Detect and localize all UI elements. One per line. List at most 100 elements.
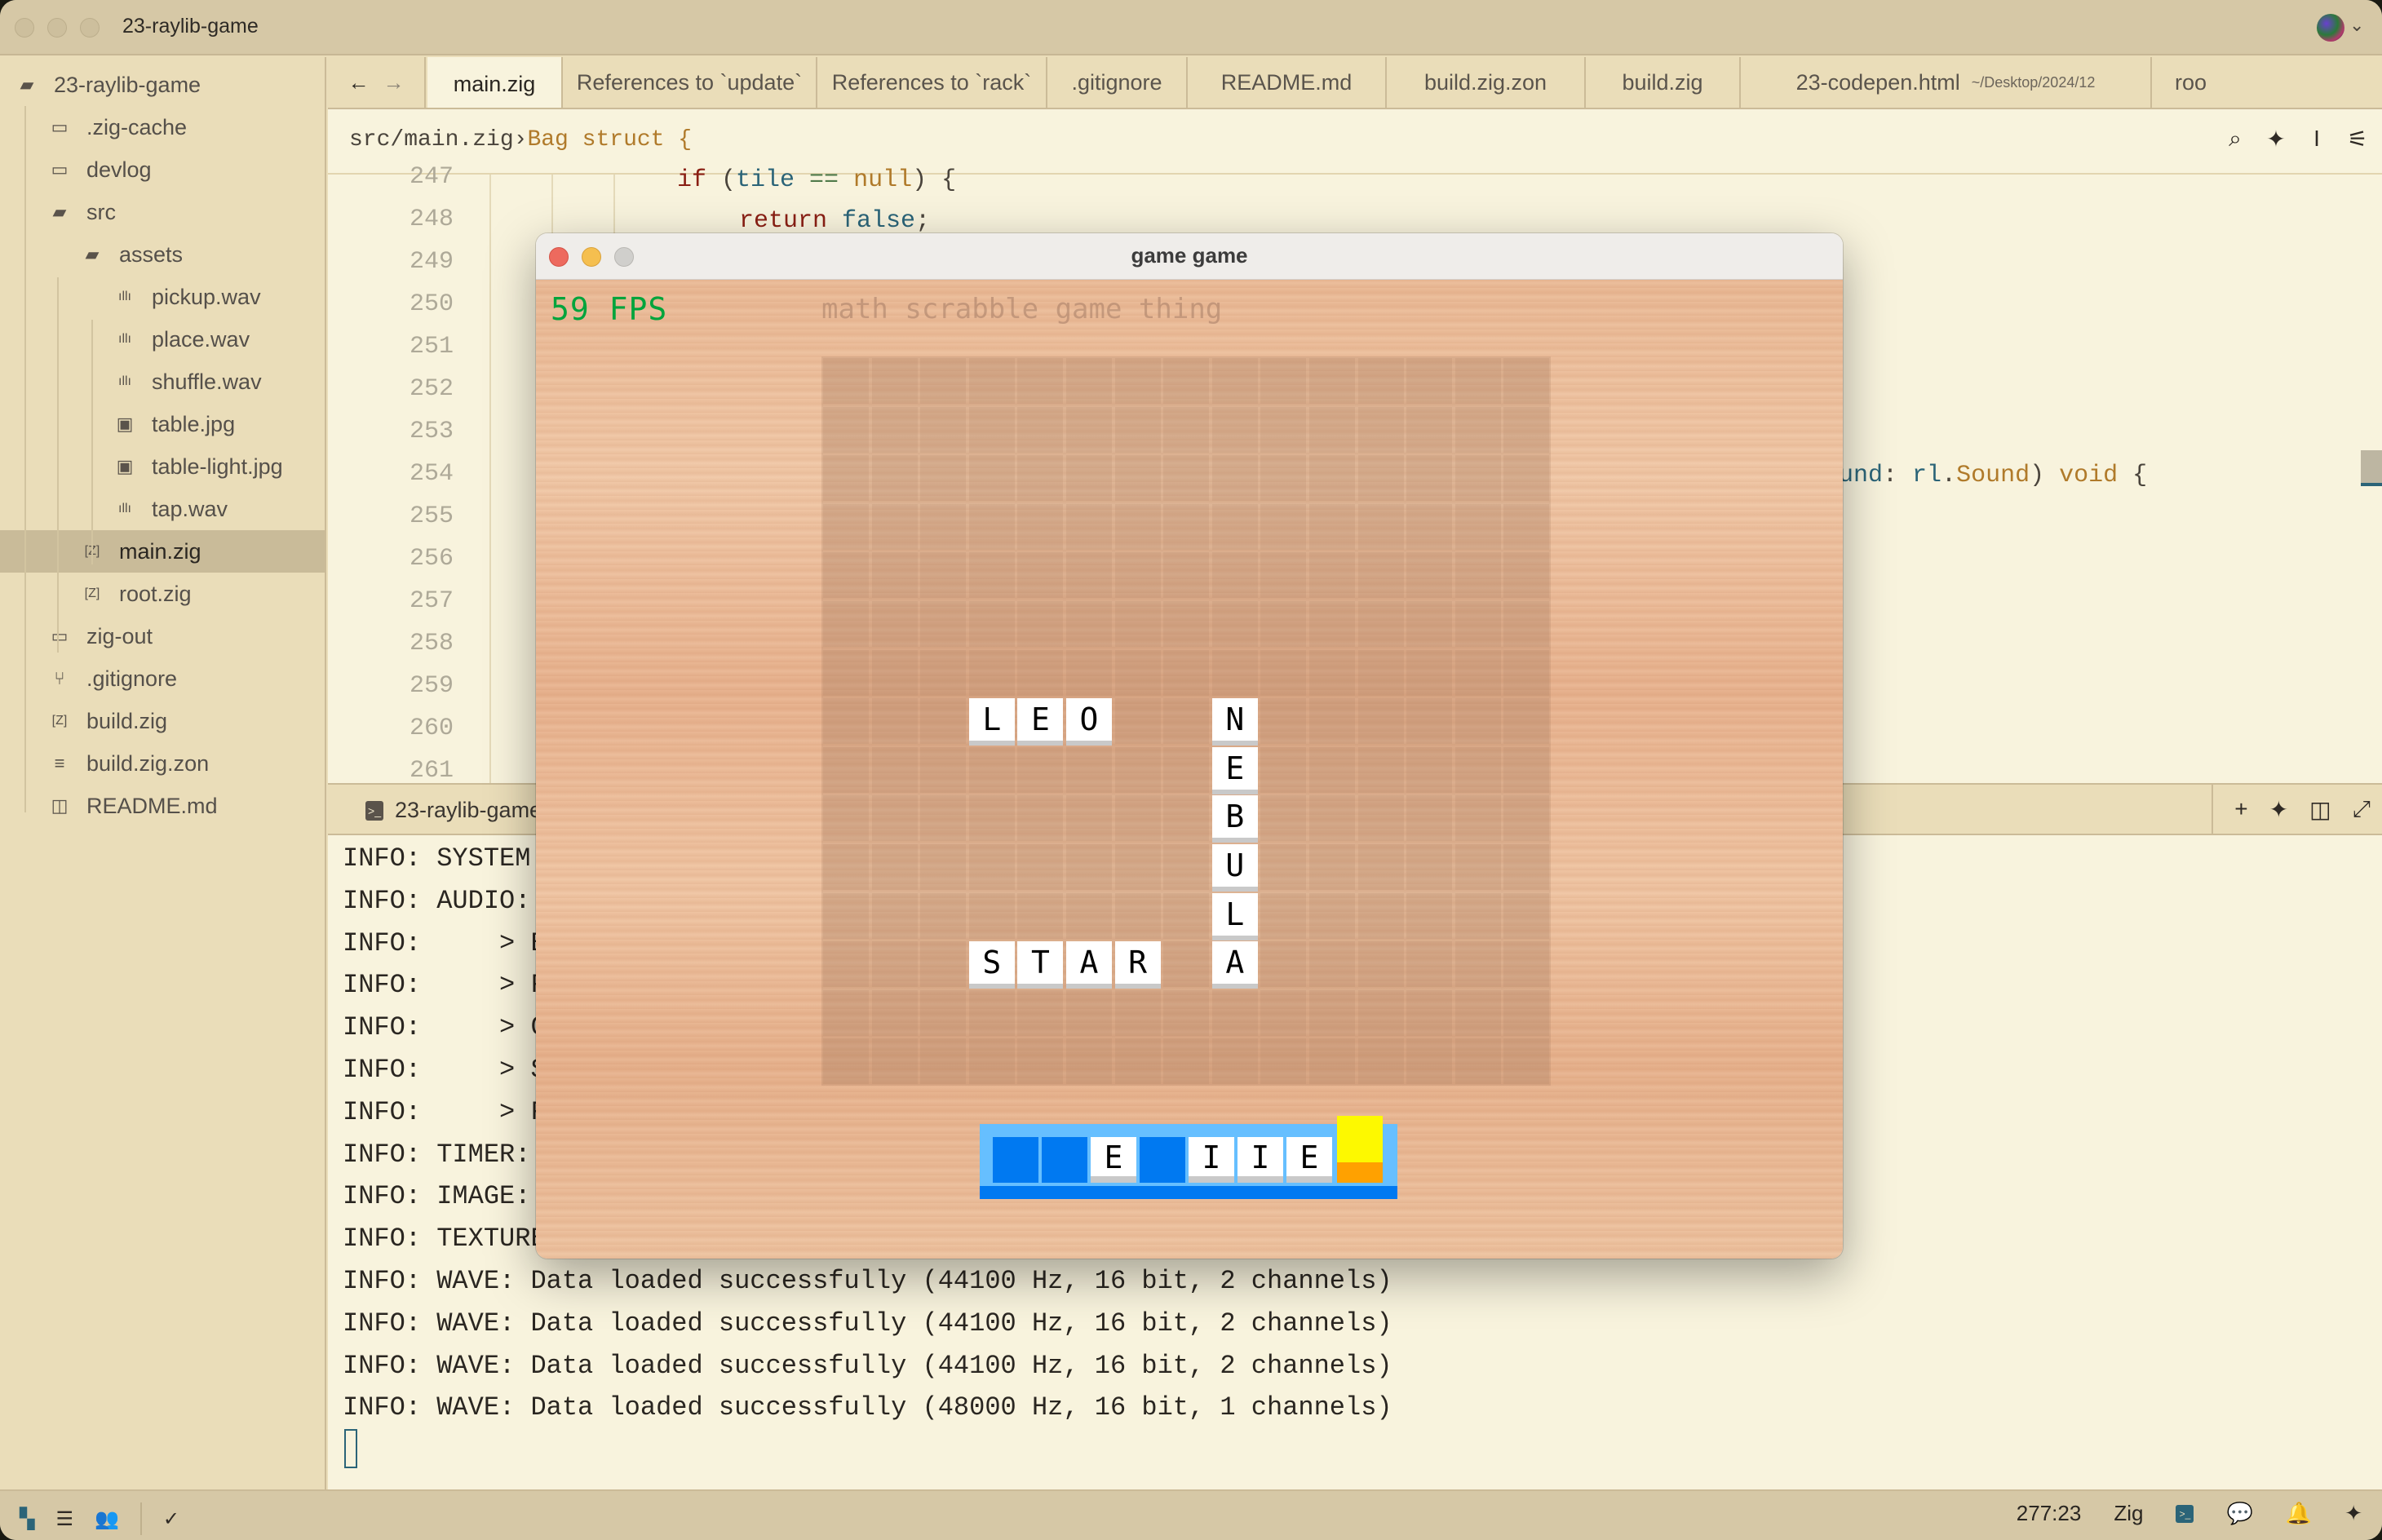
board-cell[interactable] bbox=[1017, 503, 1064, 550]
board-cell[interactable] bbox=[1357, 989, 1404, 1036]
board-cell[interactable] bbox=[1357, 455, 1404, 502]
board-cell[interactable] bbox=[1114, 503, 1161, 550]
user-avatar[interactable] bbox=[2317, 14, 2344, 42]
board-cell[interactable] bbox=[920, 358, 967, 404]
board-cell[interactable] bbox=[1260, 795, 1307, 842]
board-cell[interactable] bbox=[1357, 892, 1404, 939]
rack-tile[interactable]: E bbox=[1091, 1137, 1136, 1183]
tree-item[interactable]: [Z] root.zig bbox=[0, 573, 325, 615]
board-cell[interactable] bbox=[1114, 649, 1161, 696]
board-cell[interactable] bbox=[1454, 552, 1501, 599]
board-cell[interactable] bbox=[1406, 698, 1453, 745]
board-cell[interactable] bbox=[920, 503, 967, 550]
board-cell[interactable] bbox=[1163, 601, 1210, 647]
board-cell[interactable] bbox=[1017, 844, 1064, 890]
chat-icon[interactable]: 💬 bbox=[2226, 1501, 2252, 1526]
board-cell[interactable] bbox=[1406, 746, 1453, 793]
terminal-tab[interactable]: >_ 23-raylib-game bbox=[365, 798, 542, 823]
board-cell[interactable] bbox=[1260, 989, 1307, 1036]
board-cell[interactable] bbox=[1163, 1038, 1210, 1085]
tree-item[interactable]: ıllı pickup.wav bbox=[0, 276, 325, 318]
board-cell[interactable] bbox=[1260, 844, 1307, 890]
letter-tile[interactable]: S bbox=[968, 941, 1015, 989]
rack-tile[interactable]: I bbox=[1237, 1137, 1283, 1183]
board-cell[interactable] bbox=[1211, 406, 1258, 453]
board-cell[interactable] bbox=[823, 989, 869, 1036]
letter-tile[interactable]: O bbox=[1066, 698, 1112, 746]
tree-item[interactable]: ▭ zig-out bbox=[0, 615, 325, 657]
board-cell[interactable] bbox=[1503, 358, 1550, 404]
board-cell[interactable] bbox=[1503, 746, 1550, 793]
letter-tile[interactable]: T bbox=[1017, 941, 1064, 989]
board-cell[interactable] bbox=[1503, 1038, 1550, 1085]
board-cell[interactable] bbox=[1503, 844, 1550, 890]
tree-item[interactable]: ▣ table.jpg bbox=[0, 403, 325, 445]
board-cell[interactable] bbox=[1406, 455, 1453, 502]
board-cell[interactable] bbox=[1503, 698, 1550, 745]
tree-item[interactable]: ıllı tap.wav bbox=[0, 488, 325, 530]
board-cell[interactable] bbox=[1017, 455, 1064, 502]
board-cell[interactable] bbox=[1260, 358, 1307, 404]
board-cell[interactable] bbox=[1114, 358, 1161, 404]
tab-codepen-html[interactable]: 23-codepen.html ~/Desktop/2024/12 bbox=[1741, 57, 2152, 108]
letter-tile[interactable]: U bbox=[1211, 844, 1258, 892]
board-cell[interactable] bbox=[1454, 1038, 1501, 1085]
board-cell[interactable] bbox=[1357, 552, 1404, 599]
board-cell[interactable] bbox=[1066, 1038, 1112, 1085]
board-cell[interactable] bbox=[1017, 795, 1064, 842]
board-cell[interactable] bbox=[1357, 941, 1404, 988]
board-cell[interactable] bbox=[1309, 601, 1355, 647]
board-cell[interactable] bbox=[1503, 601, 1550, 647]
board-cell[interactable] bbox=[871, 746, 918, 793]
settings-sliders-icon[interactable]: ⚟ bbox=[2346, 126, 2369, 153]
board-cell[interactable] bbox=[823, 892, 869, 939]
board-cell[interactable] bbox=[1211, 358, 1258, 404]
text-cursor-icon[interactable]: I bbox=[2305, 126, 2328, 153]
board-cell[interactable] bbox=[1454, 892, 1501, 939]
board-cell[interactable] bbox=[968, 989, 1015, 1036]
board-cell[interactable] bbox=[920, 989, 967, 1036]
board-cell[interactable] bbox=[1503, 406, 1550, 453]
board-cell[interactable] bbox=[1309, 552, 1355, 599]
board-cell[interactable] bbox=[1163, 941, 1210, 988]
board-cell[interactable] bbox=[1066, 649, 1112, 696]
board-cell[interactable] bbox=[823, 406, 869, 453]
board-cell[interactable] bbox=[871, 455, 918, 502]
board-cell[interactable] bbox=[871, 649, 918, 696]
board-cell[interactable] bbox=[1163, 892, 1210, 939]
board-cell[interactable] bbox=[1309, 1038, 1355, 1085]
letter-tile[interactable]: A bbox=[1066, 941, 1112, 989]
board-cell[interactable] bbox=[920, 406, 967, 453]
board-cell[interactable] bbox=[1406, 406, 1453, 453]
outline-icon[interactable]: ☰ bbox=[55, 1507, 73, 1531]
board-cell[interactable] bbox=[823, 552, 869, 599]
board-cell[interactable] bbox=[1066, 358, 1112, 404]
board-cell[interactable] bbox=[871, 503, 918, 550]
tab-readme[interactable]: README.md bbox=[1188, 57, 1387, 108]
board-cell[interactable] bbox=[968, 746, 1015, 793]
board-cell[interactable] bbox=[1406, 941, 1453, 988]
board-cell[interactable] bbox=[1163, 795, 1210, 842]
board-cell[interactable] bbox=[968, 892, 1015, 939]
board-cell[interactable] bbox=[1066, 455, 1112, 502]
board-cell[interactable] bbox=[823, 455, 869, 502]
board-cell[interactable] bbox=[1454, 941, 1501, 988]
board-cell[interactable] bbox=[1066, 989, 1112, 1036]
close-window-button[interactable] bbox=[15, 18, 34, 38]
minimize-window-button[interactable] bbox=[47, 18, 67, 38]
board-cell[interactable] bbox=[1454, 795, 1501, 842]
checkmark-icon[interactable]: ✓ bbox=[163, 1507, 179, 1531]
board-cell[interactable] bbox=[1454, 601, 1501, 647]
board-cell[interactable] bbox=[1066, 406, 1112, 453]
board-cell[interactable] bbox=[871, 892, 918, 939]
board-cell[interactable] bbox=[1309, 649, 1355, 696]
board-cell[interactable] bbox=[1017, 649, 1064, 696]
board-cell[interactable] bbox=[1114, 989, 1161, 1036]
board-cell[interactable] bbox=[871, 989, 918, 1036]
board-cell[interactable] bbox=[1163, 358, 1210, 404]
board-cell[interactable] bbox=[968, 503, 1015, 550]
board-cell[interactable] bbox=[1066, 601, 1112, 647]
board-cell[interactable] bbox=[968, 601, 1015, 647]
board-cell[interactable] bbox=[1017, 746, 1064, 793]
rack-empty-slot[interactable] bbox=[993, 1137, 1038, 1183]
